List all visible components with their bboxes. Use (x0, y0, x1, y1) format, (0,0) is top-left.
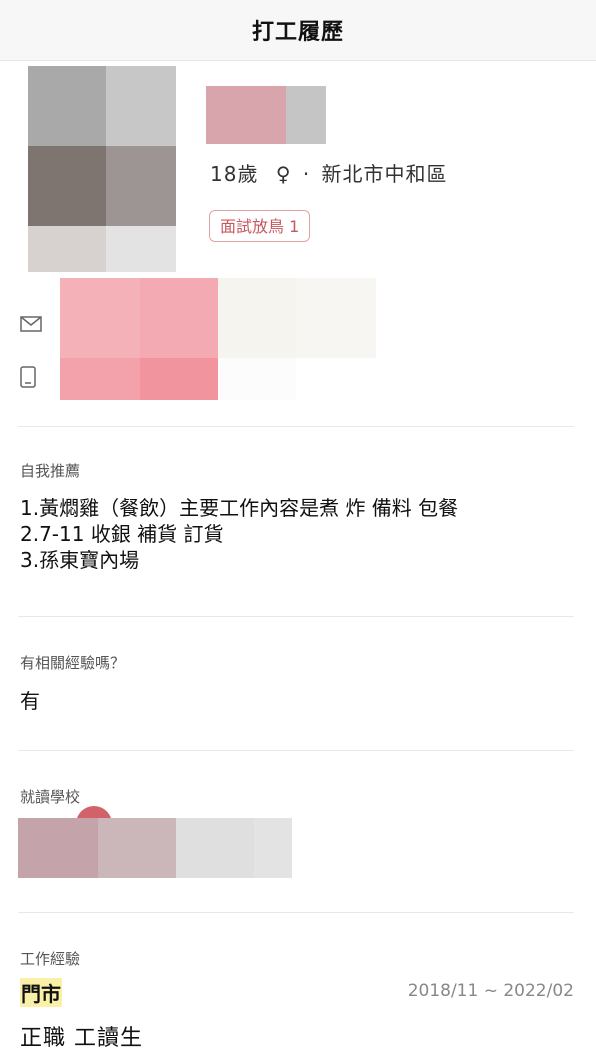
school-name-redacted (18, 818, 292, 878)
divider (18, 750, 574, 751)
experience-question-label: 有相關經驗嗎？ (20, 654, 126, 672)
mobile-phone-icon (20, 366, 36, 388)
app-header: 打工履歷 (0, 0, 596, 61)
experience-answer: 有 (20, 689, 40, 713)
divider (18, 616, 574, 617)
separator-dot: · (302, 162, 311, 186)
self-intro-text: 1.黃燜雞（餐飲）主要工作內容是煮 炸 備料 包餐 2.7-11 收銀 補貨 訂… (20, 495, 458, 573)
school-label: 就讀學校 (20, 788, 81, 806)
phone-redacted (60, 358, 296, 400)
avatar (28, 66, 176, 272)
self-intro-line: 1.黃燜雞（餐飲）主要工作內容是煮 炸 備料 包餐 (20, 496, 459, 520)
self-intro-line: 2.7-11 收銀 補貨 訂貨 (20, 522, 224, 546)
location-text: 新北市中和區 (321, 162, 448, 186)
no-show-badge: 面試放鳥 1 (209, 210, 311, 242)
age-text: 18歲 (210, 162, 259, 186)
page-title: 打工履歷 (251, 20, 344, 45)
self-intro-line: 3.孫東寶內場 (20, 548, 140, 572)
job-dates: 2018/11 ~ 2022/02 (407, 981, 574, 1001)
employment-type: 正職 工讀生 (20, 1026, 143, 1051)
work-experience-label: 工作經驗 (20, 950, 81, 968)
applicant-name-redacted (206, 86, 326, 144)
mail-icon (20, 316, 42, 332)
gender-icon: ♀ (275, 162, 292, 186)
divider (18, 912, 574, 913)
job-title: 門市 (20, 978, 62, 1007)
divider (18, 426, 574, 427)
profile-meta: 18歲 ♀ · 新北市中和區 (210, 158, 448, 187)
self-intro-label: 自我推薦 (20, 462, 81, 480)
email-redacted (60, 278, 376, 358)
